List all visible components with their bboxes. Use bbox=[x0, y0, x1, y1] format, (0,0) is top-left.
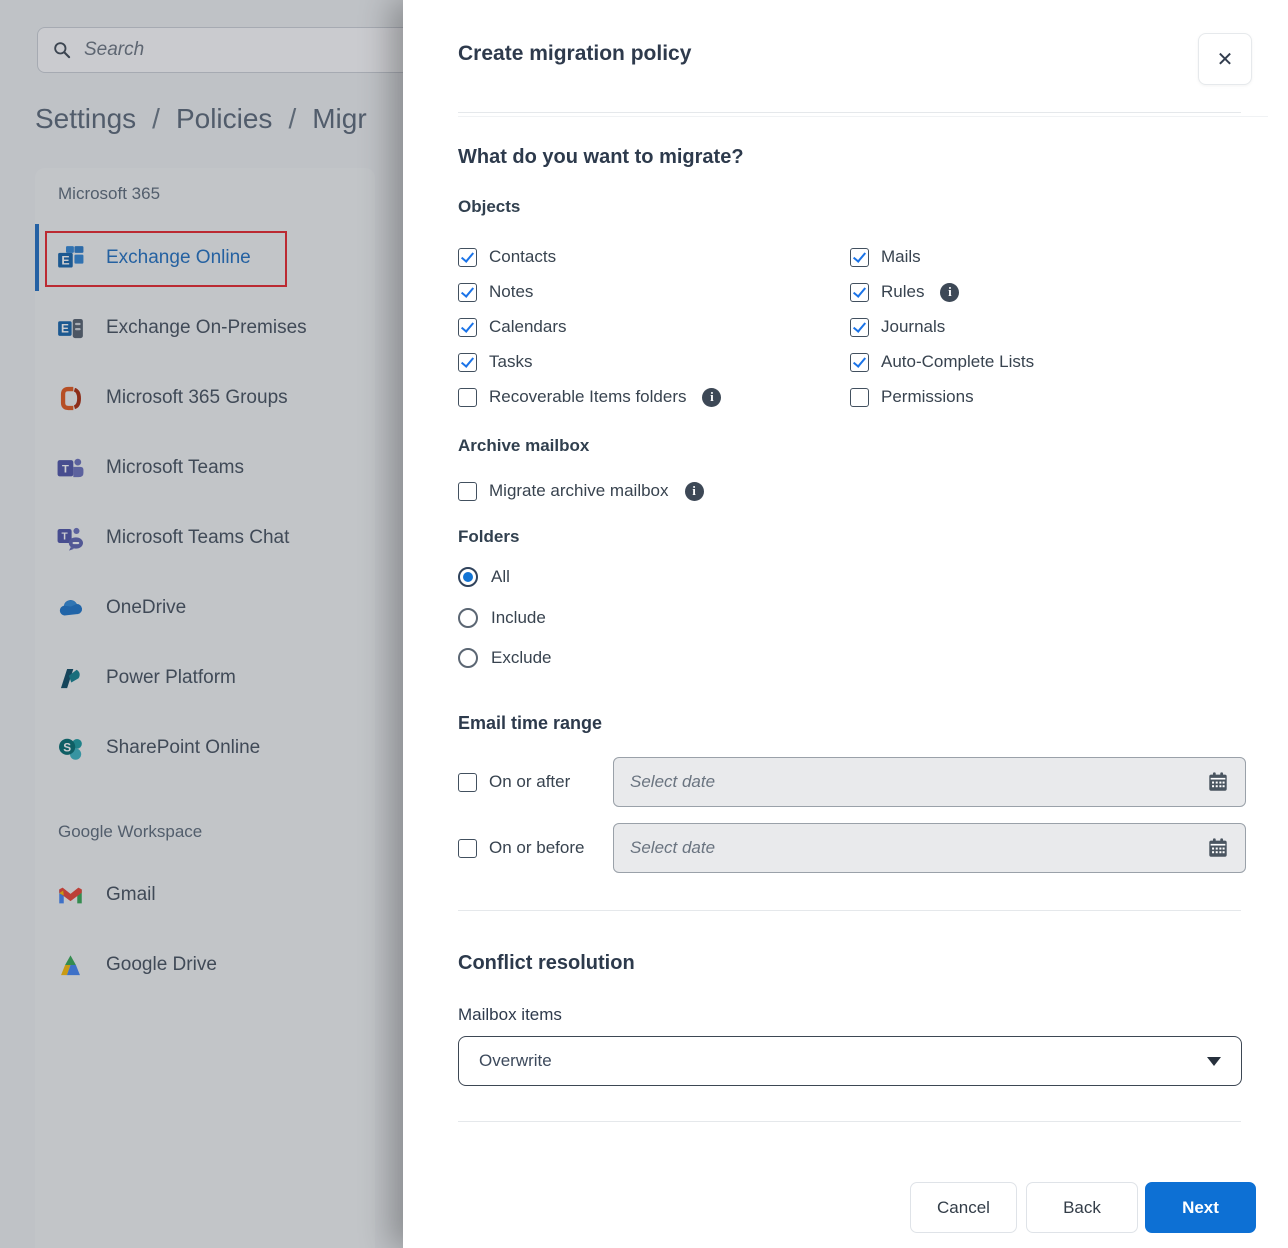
recoverable-items-checkbox[interactable] bbox=[458, 388, 477, 407]
checkbox-row-tasks[interactable]: Tasks bbox=[458, 349, 532, 375]
back-button[interactable]: Back bbox=[1026, 1182, 1138, 1233]
chevron-down-icon bbox=[1207, 1057, 1221, 1066]
email-time-range-label: Email time range bbox=[458, 713, 602, 734]
mailbox-items-select[interactable]: Overwrite bbox=[458, 1036, 1242, 1086]
calendar-icon[interactable] bbox=[1207, 771, 1229, 793]
exclude-radio[interactable] bbox=[458, 648, 478, 668]
permissions-checkbox[interactable] bbox=[850, 388, 869, 407]
on-or-before-date-input[interactable] bbox=[630, 838, 1207, 858]
create-migration-policy-modal: Create migration policy ✕ What do you wa… bbox=[403, 0, 1288, 1248]
calendars-checkbox[interactable] bbox=[458, 318, 477, 337]
checkbox-row-migrate-archive-mailbox[interactable]: Migrate archive mailbox i bbox=[458, 478, 704, 504]
checkbox-row-journals[interactable]: Journals bbox=[850, 314, 945, 340]
info-icon[interactable]: i bbox=[940, 283, 959, 302]
cancel-button[interactable]: Cancel bbox=[910, 1182, 1017, 1233]
checkbox-row-mails[interactable]: Mails bbox=[850, 244, 921, 270]
conflict-resolution-heading: Conflict resolution bbox=[458, 952, 635, 975]
journals-checkbox[interactable] bbox=[850, 318, 869, 337]
include-radio[interactable] bbox=[458, 608, 478, 628]
on-or-before-date-field[interactable] bbox=[613, 823, 1246, 873]
checkbox-row-auto-complete-lists[interactable]: Auto-Complete Lists bbox=[850, 349, 1034, 375]
objects-label: Objects bbox=[458, 197, 520, 217]
close-button[interactable]: ✕ bbox=[1198, 33, 1252, 85]
all-radio[interactable] bbox=[458, 567, 478, 587]
checkbox-row-rules[interactable]: Rules i bbox=[850, 279, 959, 305]
radio-row-exclude[interactable]: Exclude bbox=[458, 646, 551, 670]
rules-checkbox[interactable] bbox=[850, 283, 869, 302]
checkbox-row-permissions[interactable]: Permissions bbox=[850, 384, 974, 410]
on-or-after-date-input[interactable] bbox=[630, 772, 1207, 792]
divider bbox=[458, 116, 1268, 117]
radio-row-all[interactable]: All bbox=[458, 565, 510, 589]
on-or-after-checkbox[interactable] bbox=[458, 773, 477, 792]
tasks-checkbox[interactable] bbox=[458, 353, 477, 372]
close-icon: ✕ bbox=[1217, 47, 1234, 72]
migrate-archive-mailbox-checkbox[interactable] bbox=[458, 482, 477, 501]
checkbox-row-notes[interactable]: Notes bbox=[458, 279, 533, 305]
contacts-checkbox[interactable] bbox=[458, 248, 477, 267]
checkbox-row-on-or-after[interactable]: On or after bbox=[458, 769, 570, 795]
mailbox-items-selected-value: Overwrite bbox=[479, 1051, 1207, 1071]
divider bbox=[458, 112, 1241, 113]
divider bbox=[458, 1121, 1241, 1122]
auto-complete-lists-checkbox[interactable] bbox=[850, 353, 869, 372]
modal-title: Create migration policy bbox=[458, 42, 691, 66]
divider bbox=[458, 910, 1241, 911]
mails-checkbox[interactable] bbox=[850, 248, 869, 267]
on-or-after-date-field[interactable] bbox=[613, 757, 1246, 807]
info-icon[interactable]: i bbox=[702, 388, 721, 407]
notes-checkbox[interactable] bbox=[458, 283, 477, 302]
radio-row-include[interactable]: Include bbox=[458, 606, 546, 630]
checkbox-row-recoverable-items[interactable]: Recoverable Items folders i bbox=[458, 384, 721, 410]
info-icon[interactable]: i bbox=[685, 482, 704, 501]
checkbox-row-on-or-before[interactable]: On or before bbox=[458, 835, 584, 861]
calendar-icon[interactable] bbox=[1207, 837, 1229, 859]
migrate-heading: What do you want to migrate? bbox=[458, 146, 744, 169]
checkbox-row-contacts[interactable]: Contacts bbox=[458, 244, 556, 270]
mailbox-items-label: Mailbox items bbox=[458, 1005, 562, 1025]
checkbox-row-calendars[interactable]: Calendars bbox=[458, 314, 567, 340]
archive-mailbox-label: Archive mailbox bbox=[458, 436, 589, 456]
on-or-before-checkbox[interactable] bbox=[458, 839, 477, 858]
folders-label: Folders bbox=[458, 527, 519, 547]
next-button[interactable]: Next bbox=[1145, 1182, 1256, 1233]
